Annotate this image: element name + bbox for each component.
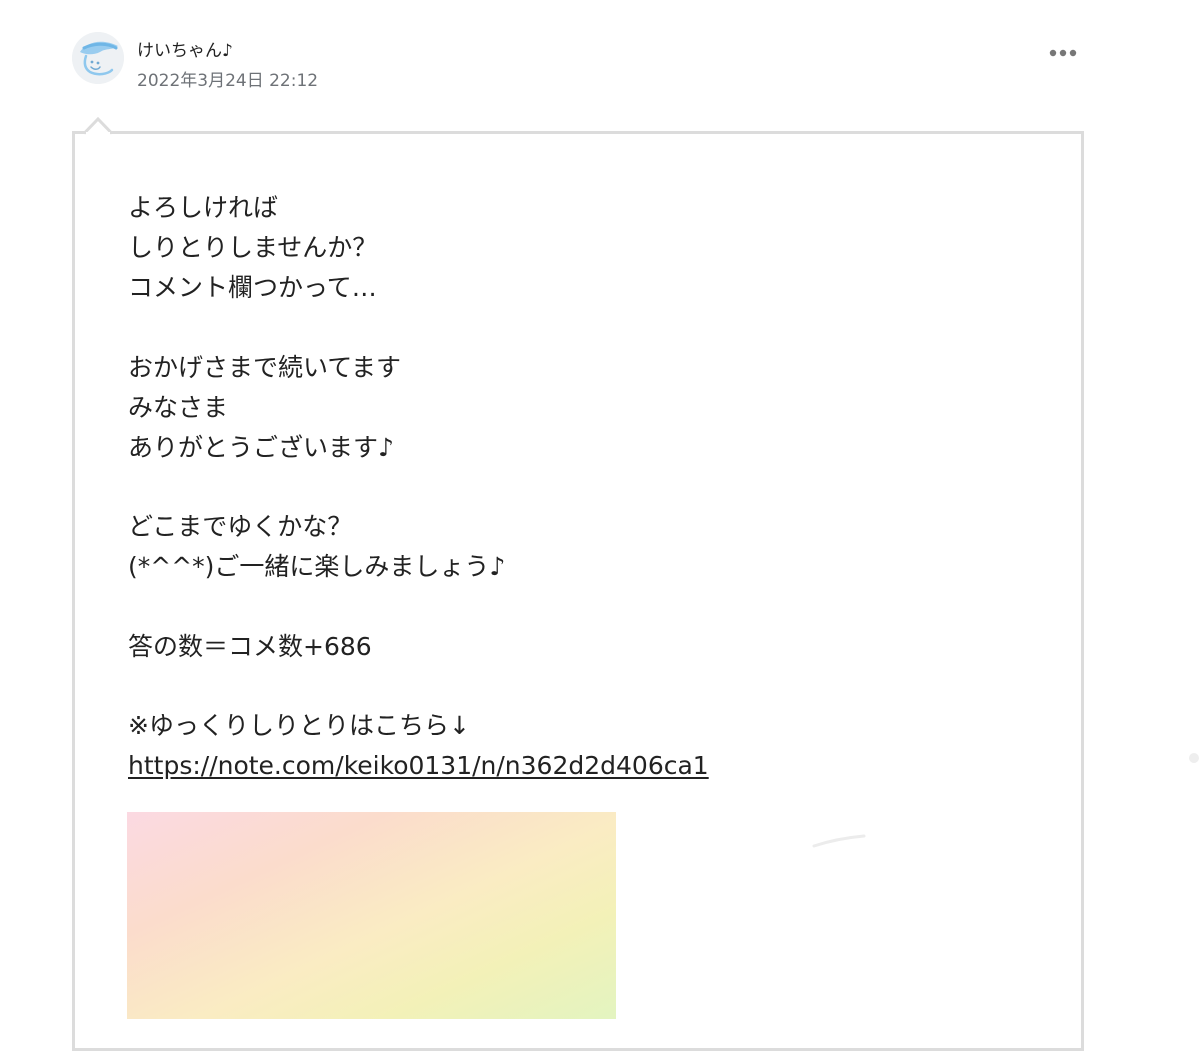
embedded-image[interactable] (127, 812, 616, 1019)
comment-line: コメント欄つかって… (128, 273, 377, 302)
decorative-speck (812, 834, 866, 848)
bubble-arrow (84, 117, 114, 135)
comment-link[interactable]: https://note.com/keiko0131/n/n362d2d406c… (128, 751, 709, 780)
comment-line: ※ゆっくりしりとりはこちら↓ (128, 711, 470, 741)
post-date: 2022年3月24日 22:12 (137, 71, 319, 91)
more-options-button[interactable] (1044, 42, 1084, 64)
comment-line: しりとりしませんか？ (128, 233, 378, 262)
more-horizontal-icon (1049, 49, 1077, 57)
avatar-icon (72, 32, 124, 84)
decorative-speck (1189, 753, 1199, 763)
avatar[interactable] (72, 32, 124, 84)
comment-line: おかげさまで続いてます (128, 352, 402, 382)
author-name[interactable]: けいちゃん♪ (137, 36, 233, 61)
comment-line: 答の数＝コメ数+686 (128, 631, 372, 661)
comment-line: よろしければ (128, 193, 279, 222)
comment-line: どこまでゆくかな？ (128, 512, 353, 542)
comment-line: みなさま (128, 392, 229, 422)
comment-body: よろしければ しりとりしませんか？ コメント欄つかって… おかげさまで続いてます… (128, 188, 1028, 786)
post-header: けいちゃん♪ 2022年3月24日 22:12 (72, 32, 1084, 92)
comment-line: ありがとうございます♪ (128, 432, 394, 462)
comment-line: (*^^*)ご一緒に楽しみましょう♪ (128, 552, 506, 582)
